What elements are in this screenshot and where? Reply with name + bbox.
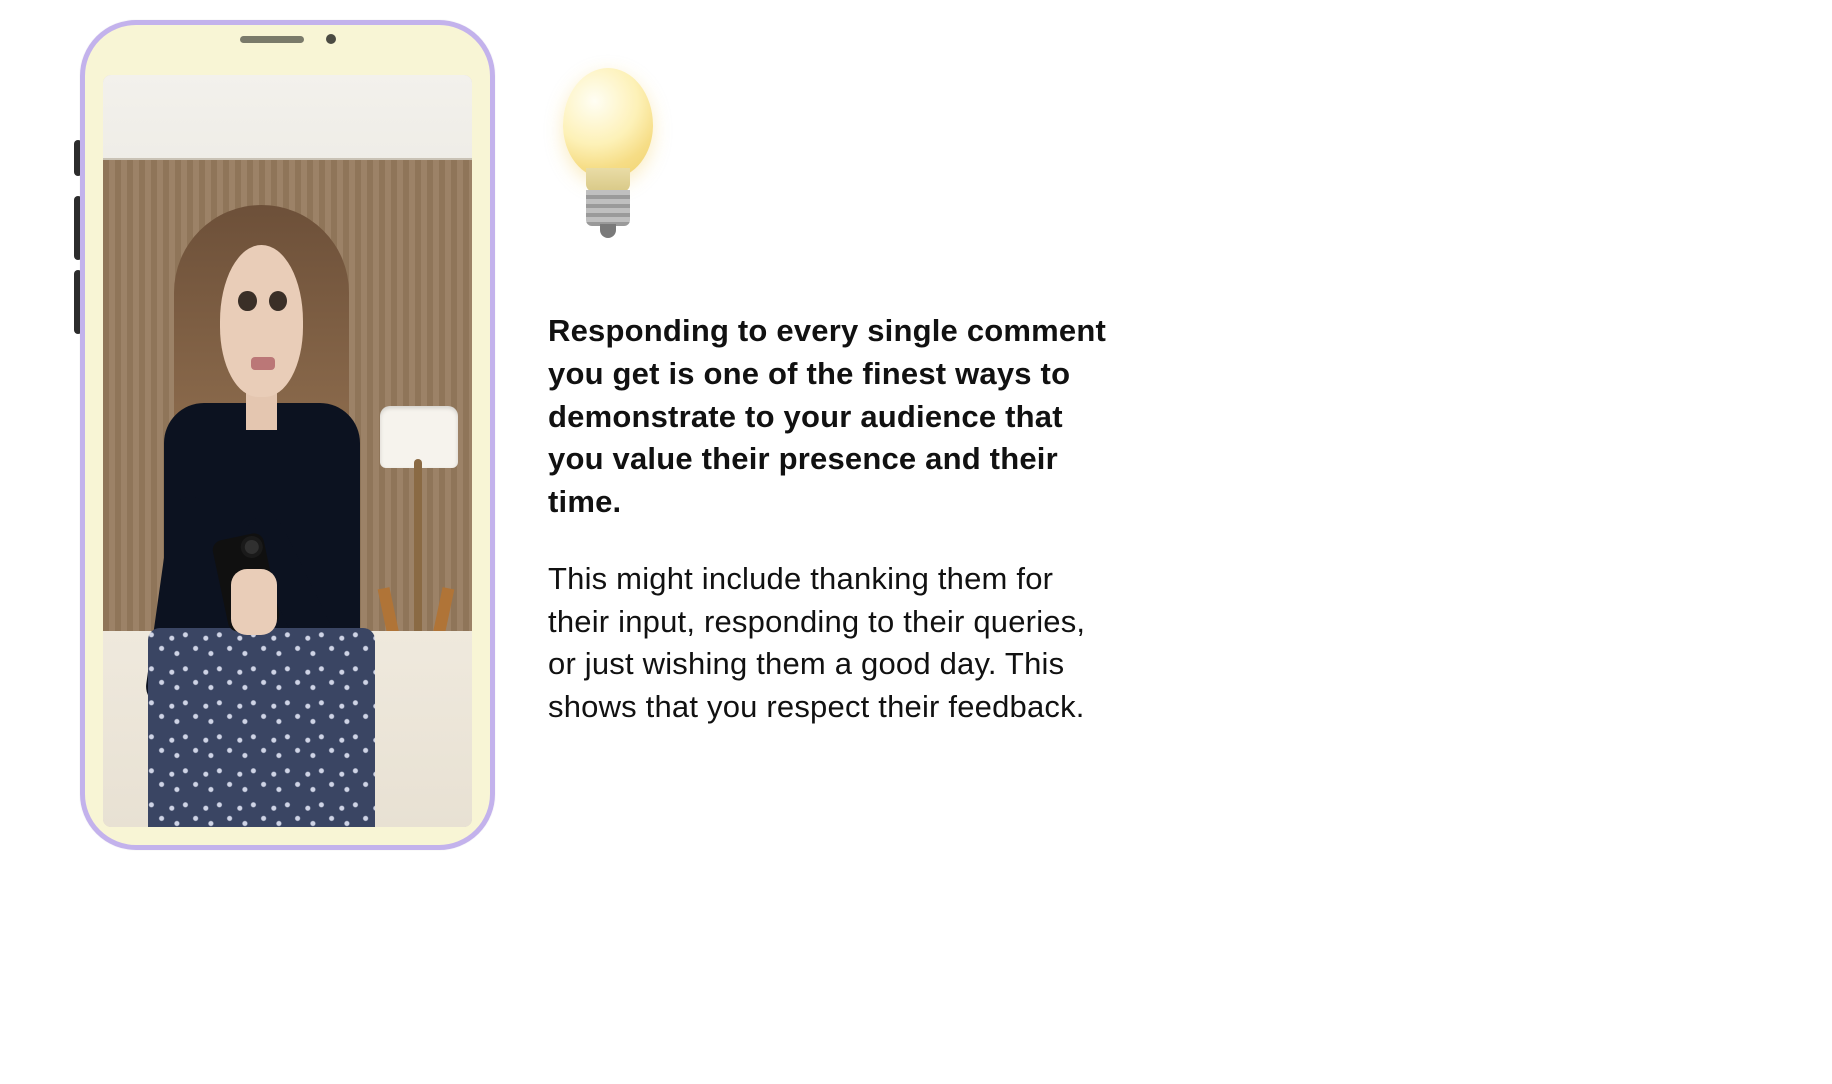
lightbulb-icon [548, 60, 668, 260]
phone-front-camera-icon [326, 34, 336, 44]
phone-notch [183, 23, 393, 55]
selfie-photo [103, 75, 472, 827]
tip-content: Responding to every single comment you g… [548, 60, 1108, 763]
phone-mockup [80, 20, 495, 850]
tip-paragraph-1: Responding to every single comment you g… [548, 310, 1108, 524]
tip-paragraph-2: This might include thanking them for the… [548, 558, 1108, 729]
phone-screen [103, 75, 472, 827]
phone-speaker-icon [240, 36, 304, 43]
phone-body [80, 20, 495, 850]
